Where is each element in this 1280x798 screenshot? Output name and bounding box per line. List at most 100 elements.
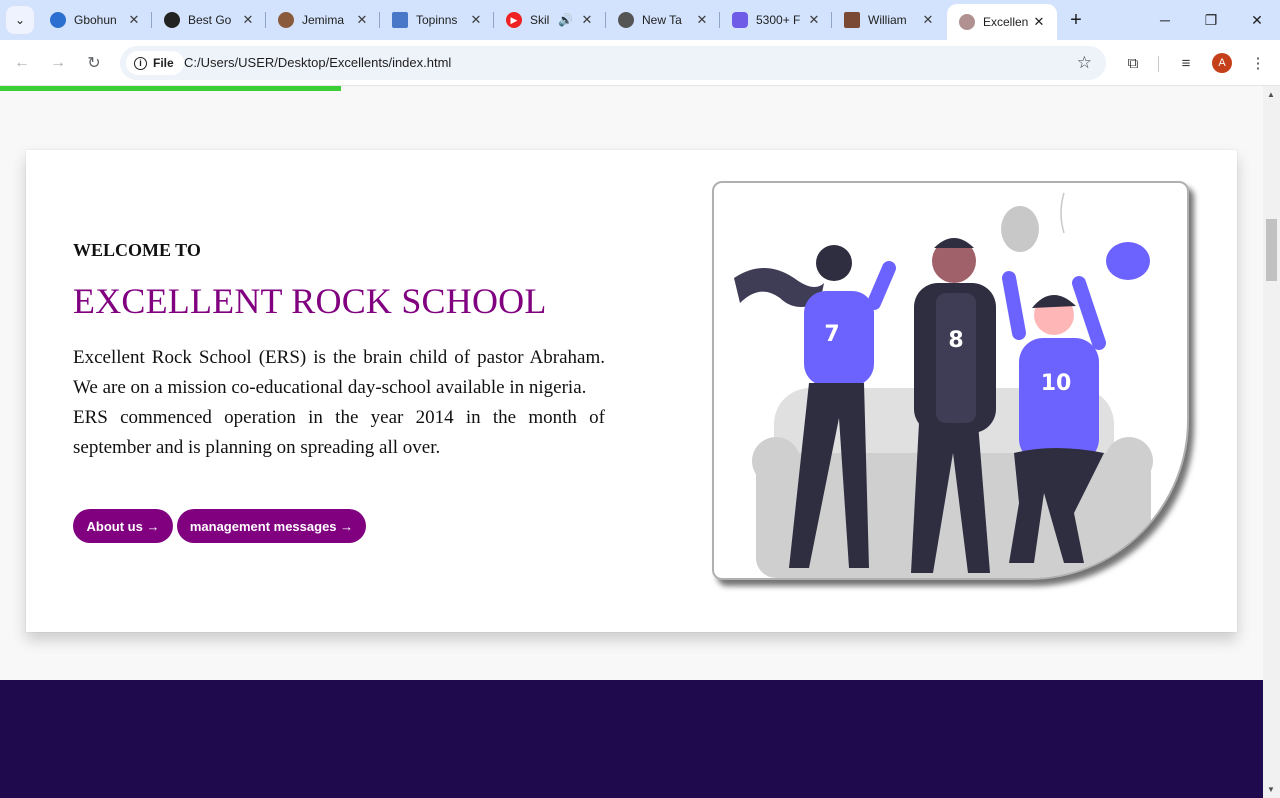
chip-label: File <box>153 56 174 70</box>
toolbar-divider <box>1158 56 1159 72</box>
close-icon[interactable]: ✕ <box>240 12 256 28</box>
reload-icon: ↻ <box>87 55 101 72</box>
favicon-icon <box>732 12 748 28</box>
media-queue-icon: ≡ <box>1181 54 1191 72</box>
management-messages-button[interactable]: management messages → <box>177 509 366 543</box>
tab-title: Topinns <box>416 13 458 27</box>
favicon-icon <box>844 12 860 28</box>
hero-card: WELCOME TO EXCELLENT ROCK SCHOOL Excelle… <box>26 150 1237 632</box>
favicon-icon <box>959 14 975 30</box>
bookmark-star-icon[interactable]: ☆ <box>1077 53 1092 73</box>
browser-tab[interactable]: ▶ Skil 🔊 ✕ <box>494 0 606 40</box>
restore-button[interactable]: ❐ <box>1188 0 1234 40</box>
menu-button[interactable]: ⋮ <box>1246 51 1270 75</box>
browser-tab[interactable]: New Ta ✕ <box>606 0 720 40</box>
close-icon[interactable]: ✕ <box>806 12 822 28</box>
minimize-icon: ─ <box>1160 12 1170 28</box>
scroll-down-arrow-icon[interactable]: ▼ <box>1267 785 1275 794</box>
browser-tab[interactable]: Topinns ✕ <box>380 0 494 40</box>
tab-title: Best Go <box>188 13 232 27</box>
close-icon: ✕ <box>1251 11 1263 28</box>
chevron-down-icon: ⌄ <box>14 13 26 27</box>
shirt-8 <box>936 293 976 423</box>
hair-8 <box>934 238 974 248</box>
close-icon[interactable]: ✕ <box>126 12 142 28</box>
tab-strip: ⌄ Gbohun ✕ Best Go ✕ Jemima ✕ Topinns ✕ … <box>0 0 1280 40</box>
favicon-icon <box>278 12 294 28</box>
extensions-button[interactable]: ⧉ <box>1121 51 1145 75</box>
arm-7 <box>867 261 896 310</box>
shirt-10 <box>1019 338 1099 463</box>
puzzle-icon: ⧉ <box>1127 54 1139 72</box>
close-icon[interactable]: ✕ <box>694 12 710 28</box>
paragraph-2: ERS commenced operation in the year 2014… <box>73 407 605 458</box>
hair-10 <box>1032 294 1076 308</box>
scrollbar-thumb[interactable] <box>1266 219 1277 281</box>
kebab-menu-icon: ⋮ <box>1250 55 1266 72</box>
head-7 <box>816 245 852 281</box>
reload-button[interactable]: ↻ <box>82 51 106 75</box>
close-icon[interactable]: ✕ <box>354 12 370 28</box>
favicon-icon: ▶ <box>506 12 522 28</box>
about-us-button[interactable]: About us → <box>73 509 173 543</box>
close-window-button[interactable]: ✕ <box>1234 0 1280 40</box>
restore-icon: ❐ <box>1204 11 1218 28</box>
tab-title: 5300+ F <box>756 13 801 27</box>
jersey-number-10: 10 <box>1041 371 1072 396</box>
browser-tab[interactable]: Best Go ✕ <box>152 0 266 40</box>
new-tab-button[interactable]: + <box>1064 8 1088 32</box>
favicon-icon <box>164 12 180 28</box>
info-icon: i <box>134 56 147 70</box>
arm-10-right <box>1072 276 1106 350</box>
tab-title: Excellen <box>983 15 1029 29</box>
profile-avatar[interactable]: A <box>1212 53 1232 73</box>
tab-title: William <box>868 13 907 27</box>
browser-tab-active[interactable]: Excellen ✕ <box>947 4 1057 40</box>
minimize-button[interactable]: ─ <box>1142 0 1188 40</box>
progress-fill <box>0 86 341 91</box>
browser-tab[interactable]: Gbohun ✕ <box>38 0 152 40</box>
close-icon[interactable]: ✕ <box>579 12 595 28</box>
tab-title: New Ta <box>642 13 682 27</box>
school-title: EXCELLENT ROCK SCHOOL <box>73 281 547 321</box>
speaker-icon[interactable]: 🔊 <box>558 13 573 27</box>
arm-10-left <box>1002 271 1026 340</box>
plus-icon: + <box>1070 8 1082 31</box>
about-paragraph: Excellent Rock School (ERS) is the brain… <box>73 343 605 463</box>
page-scrollbar[interactable]: ▲ ▼ <box>1263 86 1280 798</box>
welcome-heading: WELCOME TO <box>73 240 201 260</box>
page-viewport: WELCOME TO EXCELLENT ROCK SCHOOL Excelle… <box>0 86 1263 798</box>
tab-title: Gbohun <box>74 13 117 27</box>
close-icon[interactable]: ✕ <box>1031 14 1047 30</box>
address-bar[interactable]: i File C:/Users/USER/Desktop/Excellents/… <box>120 46 1106 80</box>
balloon-grey <box>1001 206 1039 252</box>
tab-search-button[interactable]: ⌄ <box>6 6 34 34</box>
favicon-icon <box>392 12 408 28</box>
celebration-illustration: 7 8 10 <box>734 192 1153 578</box>
balloon-string <box>1060 192 1065 234</box>
scroll-up-arrow-icon[interactable]: ▲ <box>1267 90 1275 99</box>
paragraph-1: Excellent Rock School (ERS) is the brain… <box>73 347 605 398</box>
browser-tab[interactable]: William ✕ <box>832 0 946 40</box>
forward-button[interactable]: → <box>46 51 70 75</box>
tab-title: Skil <box>530 13 550 27</box>
url-text[interactable]: C:/Users/USER/Desktop/Excellents/index.h… <box>184 55 451 70</box>
jersey-number-7: 7 <box>824 322 839 347</box>
jersey-number-8: 8 <box>948 328 963 353</box>
back-button[interactable]: ← <box>10 51 34 75</box>
sofa-arm-left <box>752 437 800 485</box>
favicon-icon <box>50 12 66 28</box>
hero-illustration: 7 8 10 <box>712 181 1189 580</box>
browser-tab[interactable]: Jemima ✕ <box>266 0 380 40</box>
browser-tab[interactable]: 5300+ F ✕ <box>720 0 832 40</box>
media-control-button[interactable]: ≡ <box>1174 51 1198 75</box>
arrow-right-icon: → <box>50 54 66 71</box>
sofa-arm-right <box>1105 437 1153 485</box>
close-icon[interactable]: ✕ <box>920 12 936 28</box>
close-icon[interactable]: ✕ <box>468 12 484 28</box>
footer-section <box>0 680 1263 798</box>
balloon-blue <box>1106 242 1150 280</box>
site-info-chip[interactable]: i File <box>126 51 184 75</box>
browser-toolbar: ← → ↻ i File C:/Users/USER/Desktop/Excel… <box>0 40 1280 86</box>
tab-title: Jemima <box>302 13 345 27</box>
